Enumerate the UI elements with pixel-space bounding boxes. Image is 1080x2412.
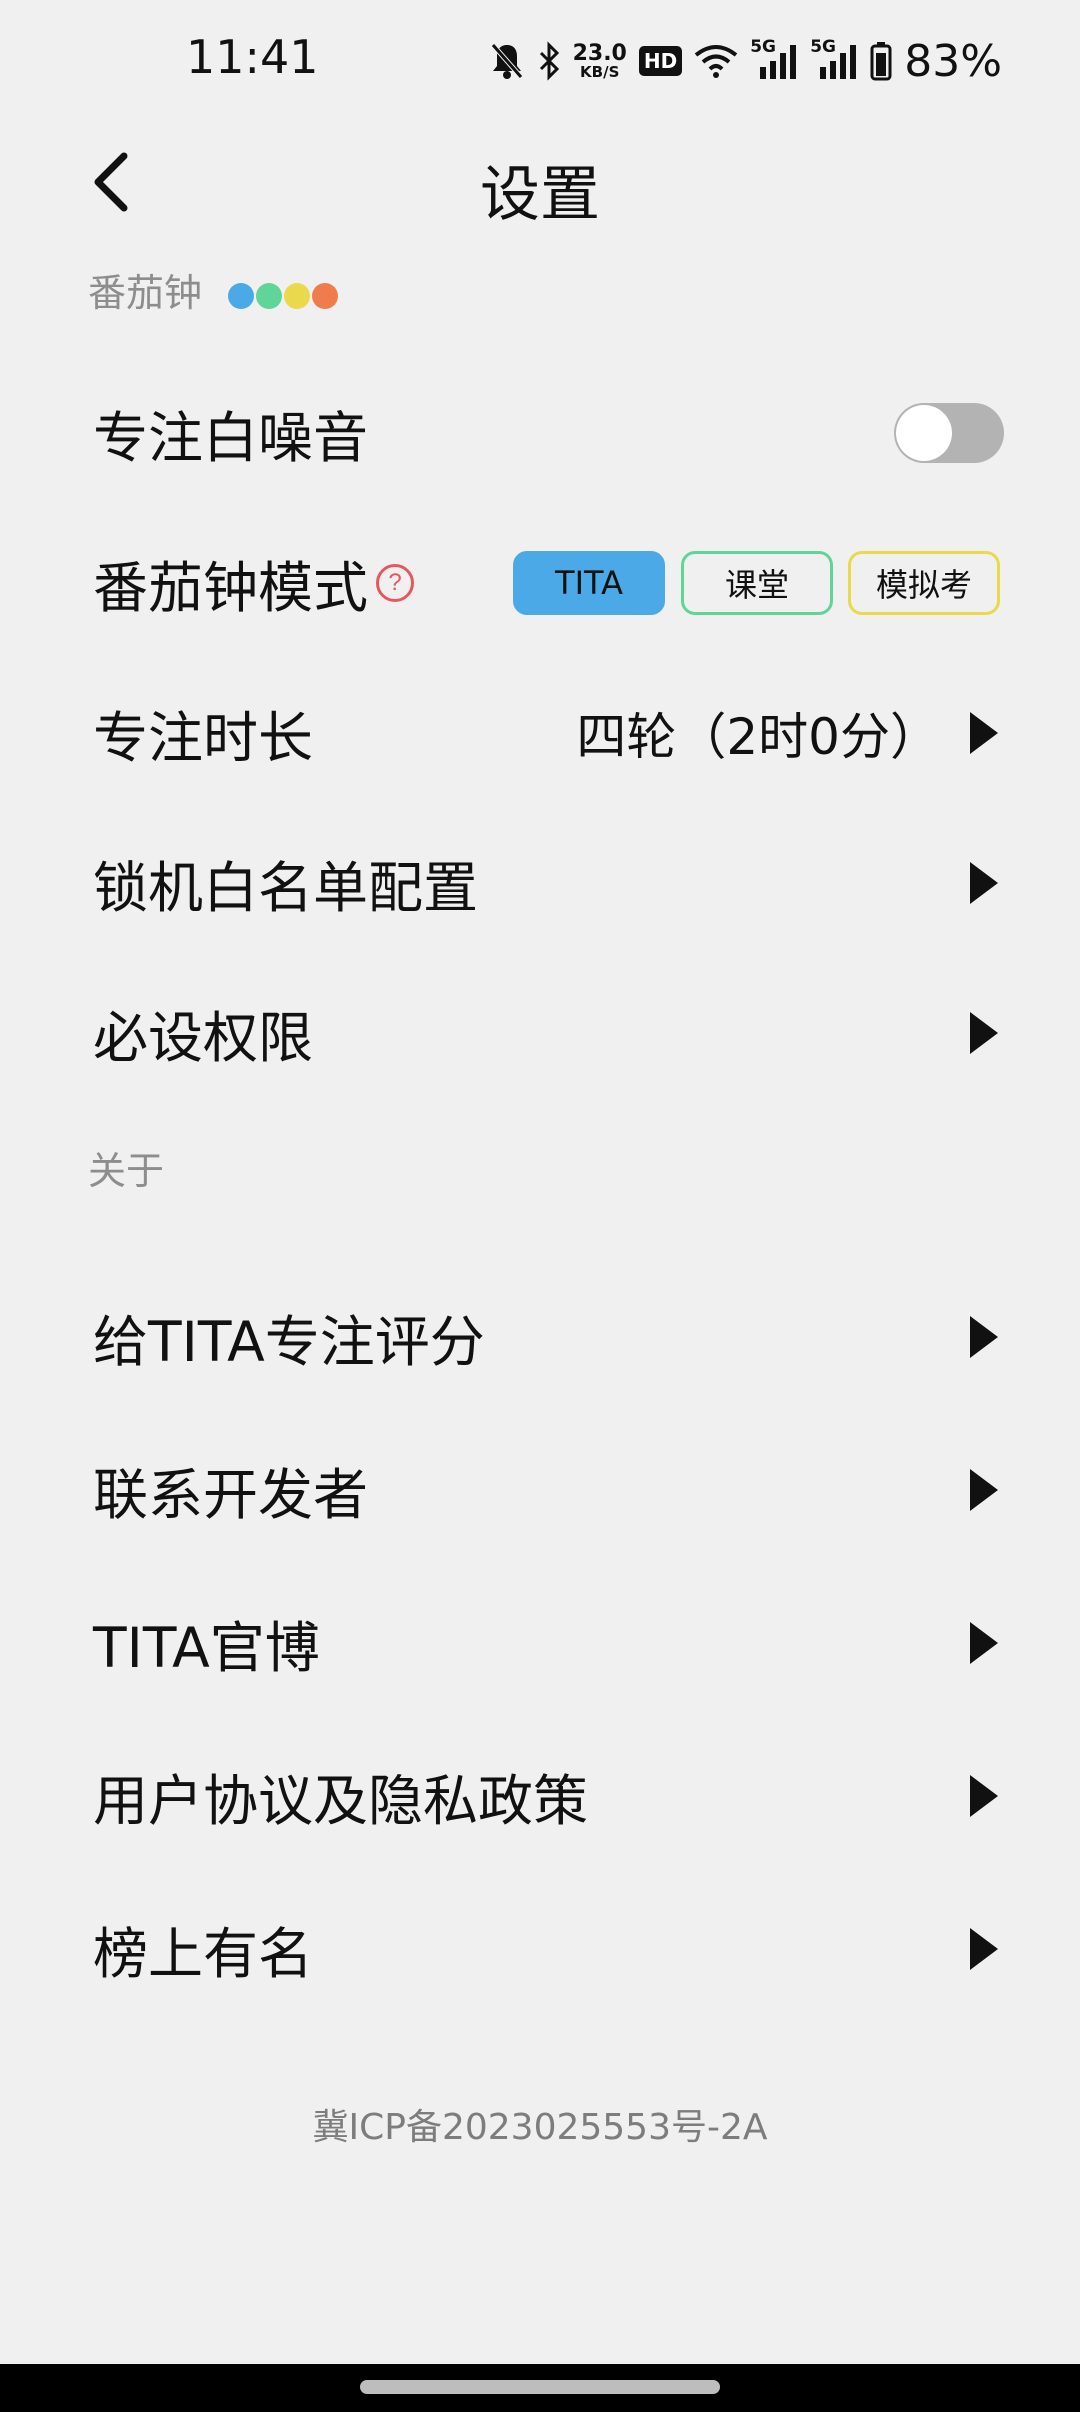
row-user-agreement-privacy[interactable]: 用户协议及隐私政策	[0, 1731, 1080, 1861]
row-label: 联系开发者	[93, 1463, 369, 1527]
mode-option-tita[interactable]: TITA	[513, 551, 665, 615]
white-noise-toggle[interactable]	[894, 403, 1004, 463]
triangle-right-icon	[970, 1012, 998, 1054]
help-icon[interactable]: ?	[376, 564, 414, 602]
triangle-right-icon	[970, 712, 998, 754]
color-dot	[284, 282, 311, 309]
triangle-right-icon	[970, 1928, 998, 1970]
row-label: 番茄钟模式	[93, 556, 369, 620]
duration-value: 四轮（2时0分）	[576, 708, 940, 766]
triangle-right-icon	[970, 1316, 998, 1358]
triangle-right-icon	[970, 1775, 998, 1817]
row-lock-whitelist[interactable]: 锁机白名单配置	[0, 818, 1080, 948]
row-focus-duration[interactable]: 专注时长 四轮（2时0分）	[0, 668, 1080, 798]
row-leaderboard[interactable]: 榜上有名	[0, 1884, 1080, 2014]
row-label: 专注白噪音	[93, 406, 369, 470]
row-pomodoro-mode: 番茄钟模式 ? TITA 课堂 模拟考	[0, 518, 1080, 648]
section-title: 关于	[88, 1149, 165, 1193]
row-label: 锁机白名单配置	[93, 856, 479, 920]
row-label: 榜上有名	[93, 1922, 314, 1986]
section-header-pomodoro: 番茄钟	[88, 262, 339, 317]
hd-voice-badge: HD	[638, 46, 683, 76]
mode-option-mock-exam[interactable]: 模拟考	[848, 551, 1000, 615]
triangle-right-icon	[970, 862, 998, 904]
wifi-icon	[694, 45, 738, 78]
triangle-right-icon	[970, 1622, 998, 1664]
row-label: 专注时长	[93, 706, 314, 770]
row-contact-developer[interactable]: 联系开发者	[0, 1425, 1080, 1555]
color-dots	[228, 282, 339, 309]
bluetooth-icon	[539, 41, 559, 81]
network-speed-value: 23.0	[572, 40, 627, 66]
row-white-noise: 专注白噪音	[0, 368, 1080, 498]
triangle-right-icon	[970, 1469, 998, 1511]
battery-percent: 83%	[904, 35, 1002, 87]
page-title: 设置	[480, 160, 600, 230]
status-icons: 23.0 KB/S HD 5G 5G 83%	[489, 34, 1002, 88]
network-speed: 23.0 KB/S	[572, 40, 627, 81]
network-speed-unit: KB/S	[580, 62, 620, 81]
mute-icon	[490, 43, 523, 79]
signal-icon: 5G	[810, 37, 858, 81]
row-rate-app[interactable]: 给TITA专注评分	[0, 1272, 1080, 1402]
color-dot	[228, 282, 255, 309]
status-time: 11:41	[186, 30, 319, 84]
row-official-weibo[interactable]: TITA官博	[0, 1578, 1080, 1708]
row-label: 必设权限	[93, 1006, 314, 1070]
toggle-knob	[896, 405, 952, 461]
row-label: TITA官博	[93, 1616, 320, 1680]
icp-license[interactable]: 冀ICP备2023025553号-2A	[0, 2098, 1080, 2150]
section-title: 番茄钟	[88, 271, 203, 315]
mode-option-classroom[interactable]: 课堂	[681, 551, 833, 615]
row-required-permissions[interactable]: 必设权限	[0, 968, 1080, 1098]
color-dot	[256, 282, 283, 309]
signal-icon: 5G	[750, 37, 798, 81]
color-dot	[312, 282, 339, 309]
gesture-handle[interactable]	[360, 2380, 720, 2394]
battery-icon	[870, 42, 892, 81]
section-header-about: 关于	[88, 1140, 164, 1195]
row-label: 用户协议及隐私政策	[93, 1769, 589, 1833]
row-label: 给TITA专注评分	[93, 1310, 485, 1374]
